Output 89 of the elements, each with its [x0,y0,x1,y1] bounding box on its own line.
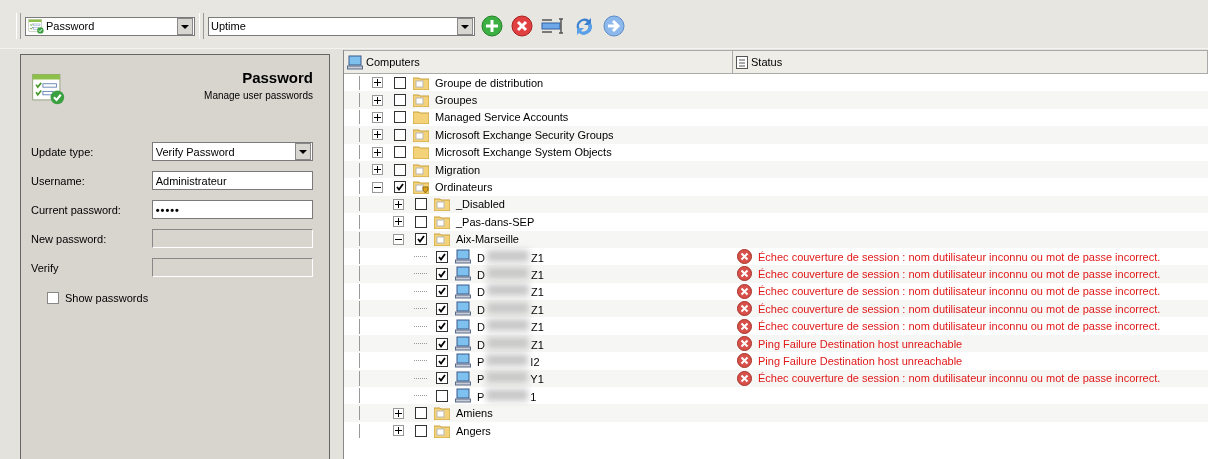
computer-icon [455,388,471,404]
field-label: Username: [31,174,86,187]
checkbox[interactable] [436,354,448,367]
computer-icon [347,54,363,70]
field-label: New password: [31,232,108,245]
checkbox[interactable] [436,372,448,385]
expand-icon[interactable] [393,198,404,210]
status-message: Ping Failure Destination host unreachable [758,354,963,367]
checklist-icon [28,18,44,34]
checkbox[interactable] [436,320,448,333]
computer-icon [455,266,471,282]
folder-label[interactable]: Migration [435,163,481,176]
add-icon[interactable] [481,15,503,37]
checkbox[interactable] [394,94,406,107]
checkbox[interactable] [436,337,448,350]
folder-label[interactable]: Microsoft Exchange Security Groups [435,128,614,141]
checkbox[interactable] [436,268,448,280]
folder-label[interactable]: Groupe de distribution [435,76,544,89]
computer-icon [455,336,471,352]
folder-icon [434,423,450,438]
status-message: Échec couverture de session : nom dutilisateur inconnu ou mot de passe incorrect. [758,302,1161,315]
checkbox[interactable] [394,76,406,89]
input-field[interactable]: Administrateur [151,171,313,190]
field-label: Current password: [31,203,122,216]
folder-label[interactable]: Managed Service Accounts [435,111,569,124]
expand-icon[interactable] [372,129,383,141]
expand-icon[interactable] [393,425,404,436]
computer-icon [455,283,471,299]
list-icon [736,55,748,69]
expand-icon[interactable] [393,216,404,228]
checkbox[interactable] [415,424,427,437]
collapse-icon[interactable] [393,233,404,245]
folder-label[interactable]: Groupes [435,94,478,107]
checkbox[interactable] [415,198,427,211]
checkbox[interactable] [394,111,406,124]
checkbox[interactable] [394,146,406,159]
checkbox[interactable] [415,215,427,228]
status-message: Échec couverture de session : nom dutilisateur inconnu ou mot de passe incorrect. [758,372,1161,385]
checkbox[interactable] [436,389,448,402]
expand-icon[interactable] [393,407,404,419]
folder-label[interactable]: Angers [456,424,491,437]
panel-subtitle: Manage user passwords [204,90,313,101]
status-message: Échec couverture de session : nom dutilisateur inconnu ou mot de passe incorrect. [758,285,1161,298]
forward-icon[interactable] [603,15,625,37]
folder-label[interactable]: Microsoft Exchange System Objects [435,146,612,159]
folder-shield-icon [413,180,429,195]
column-header[interactable]: Status [751,56,783,68]
expand-icon[interactable] [372,111,383,123]
collapse-icon[interactable] [372,181,383,193]
password-field[interactable]: ••••• [151,200,313,219]
checkbox[interactable] [394,128,406,141]
expand-icon[interactable] [372,94,383,106]
field-label: Verify [31,261,60,274]
status-message: Échec couverture de session : nom dutilisateur inconnu ou mot de passe incorrect. [758,268,1161,280]
status-message: Échec couverture de session : nom dutilisateur inconnu ou mot de passe incorrect. [758,250,1161,263]
expand-icon[interactable] [372,146,383,158]
computer-icon [455,301,471,317]
panel-title: Password [241,69,313,86]
expand-icon[interactable] [372,164,383,176]
checkbox[interactable] [394,181,406,194]
remove-icon[interactable] [511,15,533,37]
dropdown-field[interactable]: Verify Password [151,142,313,161]
text-field-icon[interactable] [541,17,565,35]
task-dropdown[interactable]: Password [25,16,195,36]
folder-label[interactable]: Ordinateurs [435,181,493,194]
computer-icon [455,249,471,265]
checkbox[interactable] [394,163,406,176]
folder-label[interactable]: _Disabled [456,198,505,211]
checkbox[interactable] [436,302,448,315]
folder-label[interactable]: _Pas-dans-SEP [456,215,535,228]
folder-label[interactable]: Aix-Marseille [456,233,519,246]
computer-icon [455,353,471,369]
checkbox[interactable] [415,407,427,420]
checkbox[interactable] [415,233,427,246]
expand-icon[interactable] [372,77,383,89]
status-message: Ping Failure Destination host unreachable [758,337,963,350]
checkbox-label: Show passwords [65,292,149,304]
status-message: Échec couverture de session : nom dutilisateur inconnu ou mot de passe incorrect. [758,320,1161,333]
folder-label[interactable]: Amiens [456,407,493,420]
computer-icon [455,318,471,334]
checkbox[interactable] [436,250,448,263]
checkbox[interactable] [436,285,448,298]
column-header[interactable]: Computers [366,56,420,68]
computer-icon [455,370,471,386]
folder-icon [434,214,450,229]
profile-dropdown[interactable]: Uptime [208,16,475,36]
checkbox[interactable] [47,292,59,304]
field-label: Update type: [31,145,95,158]
checklist-icon [31,71,65,105]
